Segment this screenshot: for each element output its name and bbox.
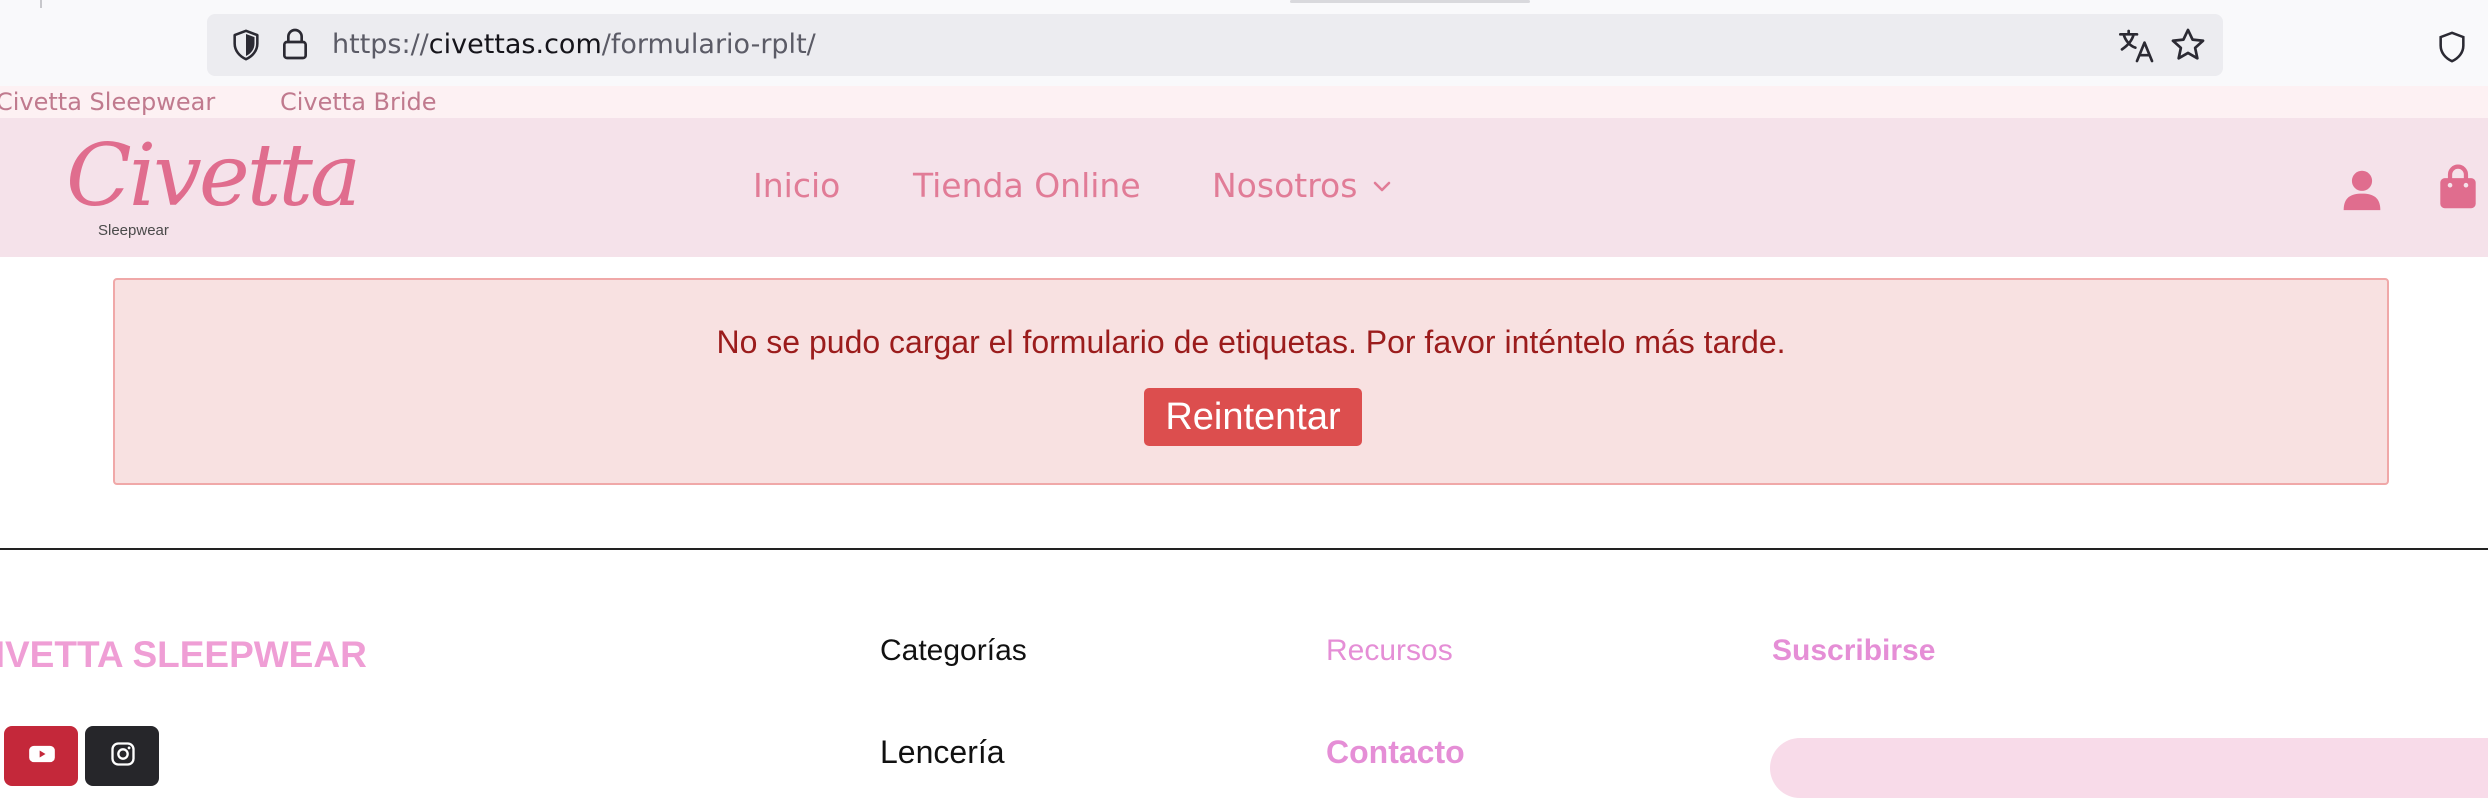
instagram-button[interactable] bbox=[85, 726, 159, 786]
retry-button[interactable]: Reintentar bbox=[1144, 388, 1362, 446]
star-icon[interactable] bbox=[2169, 26, 2207, 64]
url-text[interactable]: https://civettas.com/formulario-rplt/ bbox=[332, 28, 816, 62]
link-civetta-bride[interactable]: Civetta Bride bbox=[280, 88, 437, 116]
brand-switcher-strip: Civetta Sleepwear Civetta Bride bbox=[0, 86, 2488, 118]
footer-link-lenceria[interactable]: Lencería bbox=[880, 734, 1005, 771]
footer-heading-suscribirse: Suscribirse bbox=[1772, 634, 1936, 667]
shield-icon[interactable] bbox=[229, 28, 263, 62]
extension-shield-icon[interactable] bbox=[2432, 30, 2472, 64]
chevron-down-icon[interactable] bbox=[1372, 180, 1392, 194]
footer-link-contacto[interactable]: Contacto bbox=[1326, 734, 1465, 771]
instagram-icon bbox=[111, 742, 135, 766]
link-civetta-sleepwear[interactable]: Civetta Sleepwear bbox=[0, 88, 215, 116]
url-path: /formulario-rplt/ bbox=[601, 29, 816, 60]
lock-icon[interactable] bbox=[279, 26, 311, 62]
url-domain: civettas.com bbox=[428, 29, 602, 60]
footer-brand-title: CIVETTA SLEEPWEAR bbox=[0, 634, 367, 675]
tab-divider bbox=[40, 0, 42, 8]
tab-strip-indicator bbox=[1290, 0, 1530, 3]
form-load-error-alert: No se pudo cargar el formulario de etiqu… bbox=[113, 278, 2389, 485]
user-account-icon[interactable] bbox=[2340, 168, 2384, 212]
translate-icon[interactable] bbox=[2117, 26, 2157, 66]
logo-subtext: Sleepwear bbox=[98, 222, 169, 239]
civetta-logo[interactable]: Civetta Sleepwear bbox=[66, 126, 361, 242]
footer-divider bbox=[0, 548, 2488, 550]
address-bar[interactable]: https://civettas.com/formulario-rplt/ bbox=[207, 14, 2223, 76]
logo-text: Civetta bbox=[66, 126, 361, 226]
youtube-icon bbox=[29, 745, 55, 763]
site-header: Civetta Sleepwear Inicio Tienda Online N… bbox=[0, 118, 2488, 257]
footer-heading-recursos: Recursos bbox=[1326, 634, 1453, 667]
browser-toolbar: https://civettas.com/formulario-rplt/ bbox=[0, 0, 2488, 86]
nav-tienda-online[interactable]: Tienda Online bbox=[913, 166, 1141, 205]
url-scheme: https:// bbox=[332, 29, 429, 60]
shopping-bag-icon[interactable] bbox=[2438, 164, 2478, 210]
nav-nosotros[interactable]: Nosotros bbox=[1212, 166, 1357, 205]
error-message: No se pudo cargar el formulario de etiqu… bbox=[716, 324, 1786, 360]
nav-inicio[interactable]: Inicio bbox=[753, 166, 840, 205]
footer-heading-categorias: Categorías bbox=[880, 634, 1027, 667]
youtube-button[interactable] bbox=[4, 726, 78, 786]
subscribe-email-input[interactable] bbox=[1770, 738, 2488, 798]
